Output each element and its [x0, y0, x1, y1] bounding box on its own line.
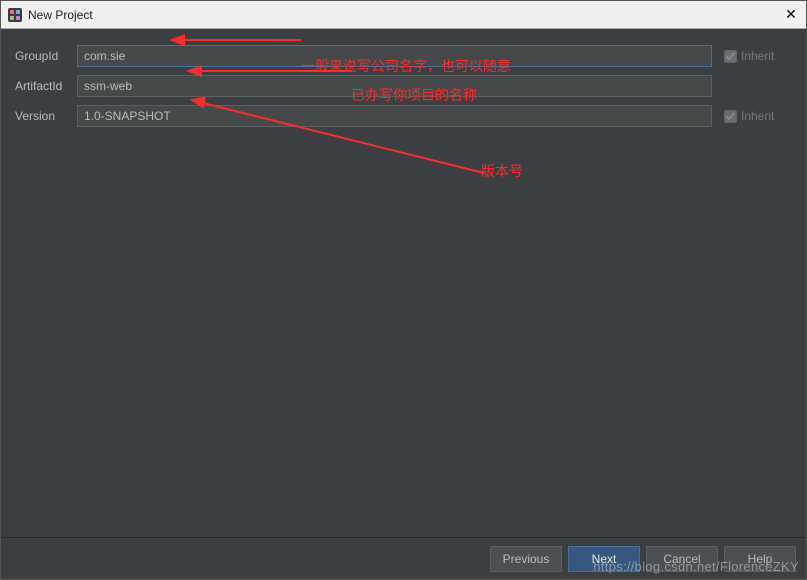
groupid-inherit-checkbox	[724, 50, 737, 63]
groupid-label: GroupId	[15, 49, 77, 63]
version-inherit-checkbox	[724, 110, 737, 123]
groupid-inherit-label: Inherit	[741, 49, 774, 63]
close-icon[interactable]: ✕	[782, 6, 800, 23]
dialog-window: New Project ✕ GroupId Inherit ArtifactId…	[0, 0, 807, 580]
version-row: Version Inherit	[15, 105, 792, 127]
annotation-arrow-line-groupid	[185, 39, 301, 41]
groupid-inherit: Inherit	[712, 49, 792, 63]
artifactid-row: ArtifactId Inherit	[15, 75, 792, 97]
next-button[interactable]: Next	[568, 546, 640, 572]
groupid-row: GroupId Inherit	[15, 45, 792, 67]
help-button[interactable]: Help	[724, 546, 796, 572]
window-title: New Project	[28, 8, 782, 22]
annotation-arrow-artifactid	[186, 65, 202, 77]
annotation-arrow-line-artifactid	[202, 70, 352, 72]
annotation-arrow-groupid	[169, 34, 185, 46]
dialog-footer: Previous Next Cancel Help	[1, 537, 806, 579]
version-label: Version	[15, 109, 77, 123]
annotation-text-version: 版本号	[481, 161, 523, 181]
version-input[interactable]	[77, 105, 712, 127]
title-bar[interactable]: New Project ✕	[1, 1, 806, 29]
dialog-body: GroupId Inherit ArtifactId Inherit Versi…	[1, 29, 806, 537]
cancel-button[interactable]: Cancel	[646, 546, 718, 572]
artifactid-label: ArtifactId	[15, 79, 77, 93]
app-icon	[7, 7, 23, 23]
version-inherit: Inherit	[712, 109, 792, 123]
artifactid-input[interactable]	[77, 75, 712, 97]
groupid-input[interactable]	[77, 45, 712, 67]
previous-button[interactable]: Previous	[490, 546, 562, 572]
version-inherit-label: Inherit	[741, 109, 774, 123]
